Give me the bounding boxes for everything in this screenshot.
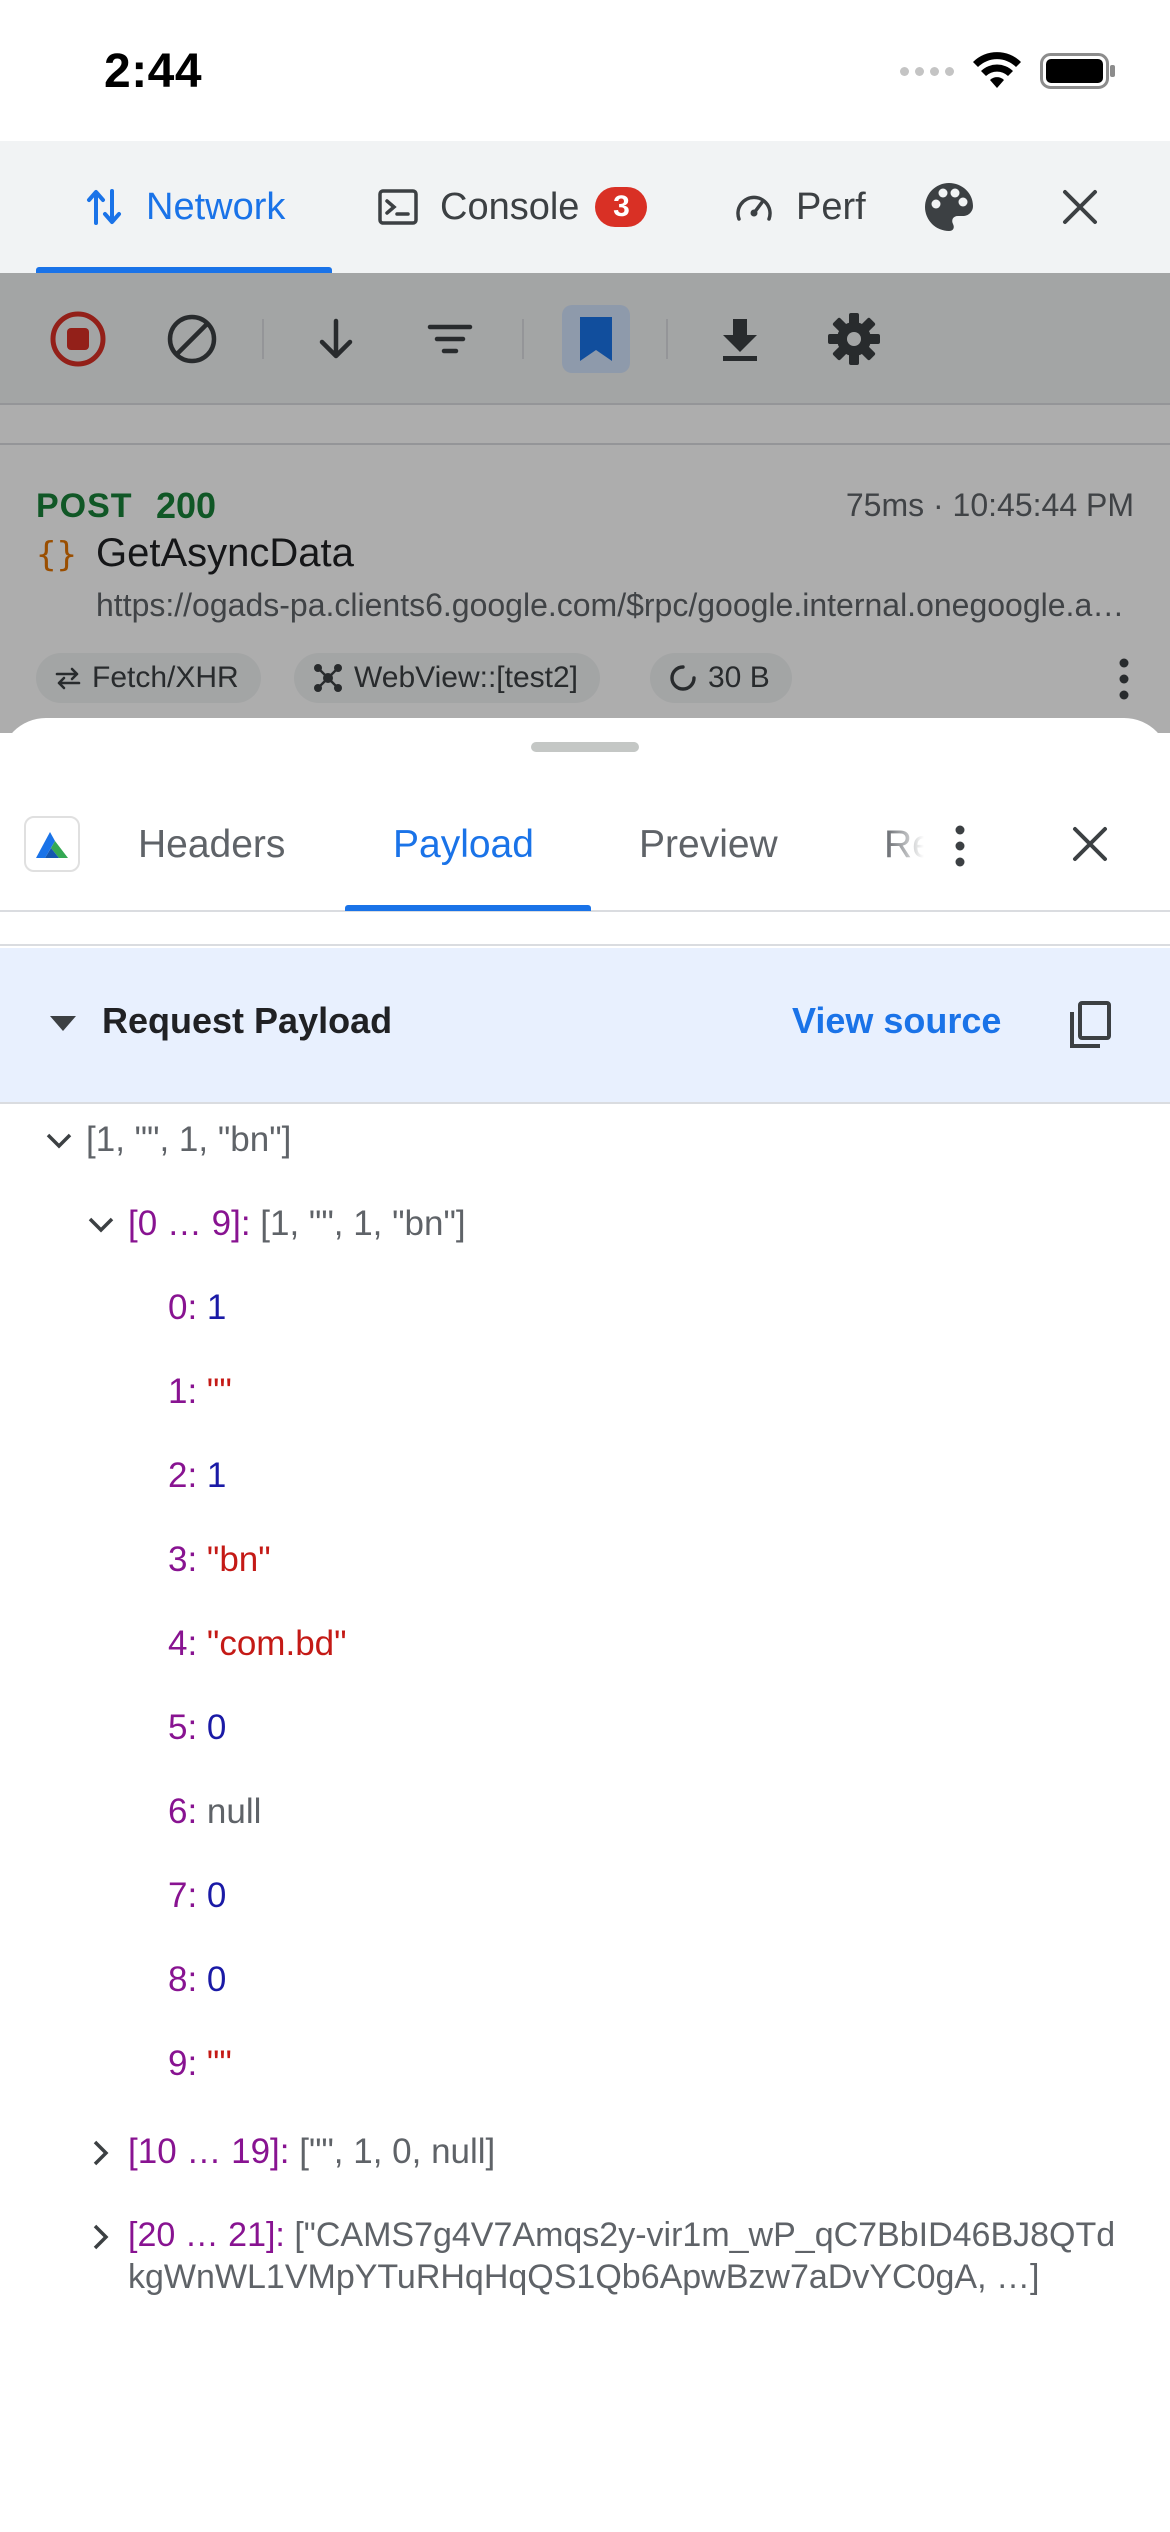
theme-palette-button[interactable] bbox=[922, 141, 976, 273]
tree-item-value: "com.bd" bbox=[206, 1624, 347, 1663]
tree-item-key: 2 bbox=[168, 1456, 188, 1495]
tree-item-value: 1 bbox=[206, 1288, 227, 1327]
tab-console-label: Console bbox=[440, 185, 580, 228]
tree-group-content: [20 … 21]: ["CAMS7g4V7Amqs2y-vir1m_wP_qC… bbox=[128, 2216, 1116, 2296]
request-payload-header[interactable]: Request Payload View source bbox=[0, 948, 1170, 1104]
tree-item-row[interactable]: 2: 1 bbox=[168, 1454, 226, 1498]
details-more-button[interactable] bbox=[952, 824, 968, 873]
tree-group-row[interactable]: [0 … 9]: [1, "", 1, "bn"] bbox=[86, 1202, 466, 1246]
tree-root-value: [1, "", 1, "bn"] bbox=[86, 1120, 292, 1159]
app-logo-icon bbox=[24, 816, 80, 872]
tree-item-row[interactable]: 7: 0 bbox=[168, 1874, 226, 1918]
tab-perf[interactable]: Perf bbox=[734, 141, 866, 273]
tab-console[interactable]: Console 3 bbox=[378, 141, 648, 273]
sheet-drag-handle[interactable] bbox=[531, 742, 639, 752]
tab-payload[interactable]: Payload bbox=[393, 780, 534, 910]
request-payload-title: Request Payload bbox=[102, 1000, 393, 1041]
chevron-right-icon bbox=[86, 2138, 116, 2168]
cellular-signal-icon bbox=[900, 66, 954, 76]
tab-headers[interactable]: Headers bbox=[138, 780, 285, 910]
close-icon bbox=[1063, 190, 1097, 224]
tree-item-value: "" bbox=[206, 2044, 232, 2083]
tree-item-row[interactable]: 4: "com.bd" bbox=[168, 1622, 347, 1666]
tree-item-key: 7 bbox=[168, 1876, 188, 1915]
close-sheet-button[interactable] bbox=[1068, 822, 1112, 871]
request-details-sheet: Headers Payload Preview Re Request Paylo… bbox=[0, 718, 1170, 2532]
tree-item-key: 8 bbox=[168, 1960, 188, 1999]
battery-icon bbox=[1040, 53, 1115, 89]
tree-item-key: 5 bbox=[168, 1708, 188, 1747]
panel-divider bbox=[0, 914, 1170, 946]
chevron-down-icon bbox=[86, 1210, 116, 1240]
tree-item-value: "" bbox=[206, 1372, 232, 1411]
tree-item-value: 0 bbox=[206, 1876, 227, 1915]
tree-item-value: null bbox=[206, 1792, 262, 1831]
tree-group-value: [1, "", 1, "bn"] bbox=[260, 1204, 466, 1243]
terminal-icon bbox=[378, 187, 418, 227]
close-icon bbox=[1073, 827, 1107, 861]
close-devtools-button[interactable] bbox=[1058, 141, 1102, 273]
copy-icon bbox=[1070, 1001, 1111, 1048]
tree-group-key: [20 … 21] bbox=[128, 2216, 276, 2254]
tree-item-row[interactable]: 5: 0 bbox=[168, 1706, 226, 1750]
tab-network-label: Network bbox=[146, 185, 286, 228]
tree-group-value: ["", 1, 0, null] bbox=[299, 2132, 496, 2171]
tree-item-value: 0 bbox=[206, 1708, 227, 1747]
tree-group-key: [10 … 19] bbox=[128, 2132, 280, 2171]
speed-icon bbox=[734, 187, 774, 227]
more-vert-icon bbox=[955, 825, 965, 867]
tree-root-row[interactable]: [1, "", 1, "bn"] bbox=[44, 1118, 291, 1162]
tree-item-key: 3 bbox=[168, 1540, 188, 1579]
tree-item-row[interactable]: 0: 1 bbox=[168, 1286, 226, 1330]
tab-payload-indicator bbox=[345, 905, 591, 911]
wifi-icon bbox=[973, 52, 1021, 88]
chevron-down-icon bbox=[44, 1126, 74, 1156]
modal-scrim[interactable] bbox=[0, 273, 1170, 733]
tree-item-row[interactable]: 8: 0 bbox=[168, 1958, 226, 2002]
tree-item-value: 1 bbox=[206, 1456, 227, 1495]
palette-icon bbox=[925, 183, 974, 231]
swap-vert-icon bbox=[84, 187, 124, 227]
status-icons bbox=[900, 52, 1116, 90]
tree-item-value: "bn" bbox=[206, 1540, 271, 1579]
view-source-link[interactable]: View source bbox=[792, 1000, 1001, 1042]
tree-item-key: 6 bbox=[168, 1792, 188, 1831]
tree-item-row[interactable]: 6: null bbox=[168, 1790, 261, 1834]
tree-item-key: 9 bbox=[168, 2044, 188, 2083]
tab-perf-label: Perf bbox=[796, 185, 866, 228]
tree-item-key: 1 bbox=[168, 1372, 188, 1411]
tree-item-row[interactable]: 9: "" bbox=[168, 2042, 232, 2086]
devtools-tab-bar: Network Console 3 Perf bbox=[0, 141, 1170, 273]
tree-item-row[interactable]: 1: "" bbox=[168, 1370, 232, 1414]
details-tab-bar: Headers Payload Preview Re bbox=[0, 780, 1170, 912]
tree-group-row[interactable]: [10 … 19]: ["", 1, 0, null] bbox=[86, 2130, 495, 2174]
tree-item-row[interactable]: 3: "bn" bbox=[168, 1538, 271, 1582]
console-error-badge: 3 bbox=[595, 187, 648, 227]
tab-preview[interactable]: Preview bbox=[639, 780, 778, 910]
tree-group-key: [0 … 9] bbox=[128, 1204, 241, 1243]
chevron-right-icon bbox=[86, 2222, 116, 2252]
copy-payload-button[interactable] bbox=[1068, 1000, 1112, 1055]
status-bar: 2:44 bbox=[0, 0, 1170, 141]
tab-overflow-fade bbox=[884, 780, 924, 910]
status-time: 2:44 bbox=[104, 45, 203, 98]
tree-item-key: 4 bbox=[168, 1624, 188, 1663]
tree-item-key: 0 bbox=[168, 1288, 188, 1327]
tree-item-value: 0 bbox=[206, 1960, 227, 1999]
tab-network[interactable]: Network bbox=[84, 141, 285, 273]
collapse-arrow-icon bbox=[50, 1016, 76, 1031]
